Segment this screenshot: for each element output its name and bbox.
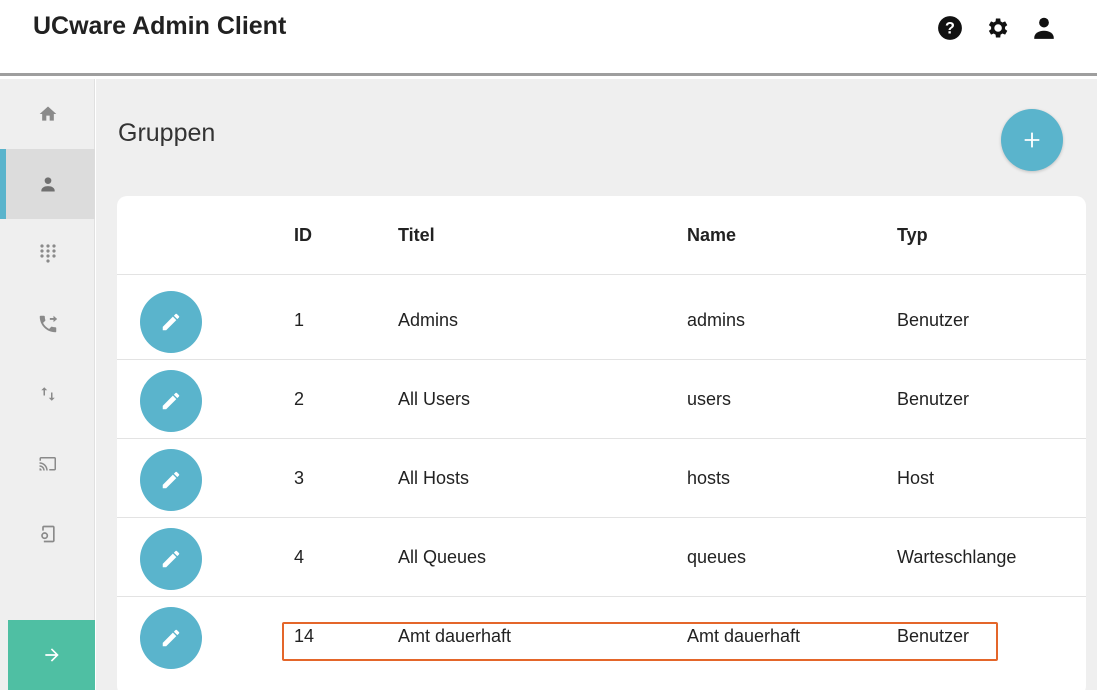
app-title: UCware Admin Client: [33, 12, 287, 40]
table-row[interactable]: 4 All Queues queues Warteschlange: [117, 518, 1086, 597]
cell-typ: Warteschlange: [897, 547, 1017, 567]
table-row[interactable]: 2 All Users users Benutzer: [117, 360, 1086, 439]
cell-typ: Host: [897, 468, 935, 488]
cell-name: admins: [687, 310, 746, 330]
row-highlight-box: [282, 622, 998, 661]
cell-name: hosts: [687, 468, 731, 488]
page-title: Gruppen: [118, 119, 216, 147]
transfer-arrows-icon: [40, 387, 55, 401]
person-icon: [40, 177, 55, 192]
edit-button[interactable]: [140, 291, 202, 353]
cell-name: queues: [687, 547, 747, 567]
column-header-name[interactable]: Name: [687, 196, 736, 275]
sidebar-item-users[interactable]: [0, 149, 95, 219]
dialpad-icon: [39, 244, 56, 263]
column-header-typ[interactable]: Typ: [897, 196, 928, 275]
phone-forward-icon: [39, 315, 57, 333]
app-header: UCware Admin Client ?: [0, 0, 1097, 76]
edit-button[interactable]: [140, 449, 202, 511]
sidebar-item-call-forwarding[interactable]: [0, 289, 95, 359]
cell-id: 1: [294, 310, 305, 330]
edit-button[interactable]: [140, 607, 202, 669]
pencil-icon: [162, 629, 180, 647]
column-header-id[interactable]: ID: [294, 196, 312, 275]
cell-id: 3: [294, 468, 305, 488]
table-row[interactable]: 1 Admins admins Benutzer: [117, 281, 1086, 360]
cell-name: users: [687, 389, 732, 409]
cell-titel: Admins: [398, 310, 459, 330]
header-actions: ?: [926, 12, 1067, 44]
sidebar-nav: [0, 79, 95, 690]
pencil-icon: [162, 471, 180, 489]
table-row[interactable]: 3 All Hosts hosts Host: [117, 439, 1086, 518]
arrow-right-icon: [44, 648, 59, 662]
help-icon[interactable]: ?: [926, 12, 973, 44]
cell-id: 4: [294, 547, 305, 567]
sidebar-item-dialpad[interactable]: [0, 219, 95, 289]
home-icon: [39, 106, 56, 121]
cell-titel: All Users: [398, 389, 471, 409]
cast-icon: [39, 457, 56, 471]
cell-id: 2: [294, 389, 305, 409]
cell-titel: All Hosts: [398, 468, 470, 488]
column-header-titel[interactable]: Titel: [398, 196, 435, 275]
cell-typ: Benutzer: [897, 310, 970, 330]
pencil-icon: [162, 550, 180, 568]
cell-typ: Benutzer: [897, 389, 970, 409]
groups-table: ID Titel Name Typ 1 Admins admins Benutz…: [117, 196, 1086, 696]
edit-button[interactable]: [140, 528, 202, 590]
pencil-icon: [162, 392, 180, 410]
sidebar-item-transfer[interactable]: [0, 359, 95, 429]
sidebar-item-home[interactable]: [0, 79, 95, 149]
settings-gear-icon[interactable]: [973, 12, 1020, 44]
table-header-row: ID Titel Name Typ: [117, 196, 1086, 275]
account-icon[interactable]: [1020, 12, 1067, 44]
sidebar-item-devices[interactable]: [0, 429, 95, 499]
cell-titel: All Queues: [398, 547, 487, 567]
main-content: Gruppen ID Titel Name Typ 1 Admins admin…: [96, 79, 1097, 696]
edit-button[interactable]: [140, 370, 202, 432]
settings-device-icon: [40, 525, 55, 543]
svg-text:?: ?: [945, 19, 955, 37]
sidebar-item-provisioning[interactable]: [0, 499, 95, 569]
add-group-button[interactable]: [1001, 109, 1063, 171]
plus-icon: [1024, 132, 1040, 148]
pencil-icon: [162, 313, 180, 331]
expand-sidebar-button[interactable]: [8, 620, 95, 690]
